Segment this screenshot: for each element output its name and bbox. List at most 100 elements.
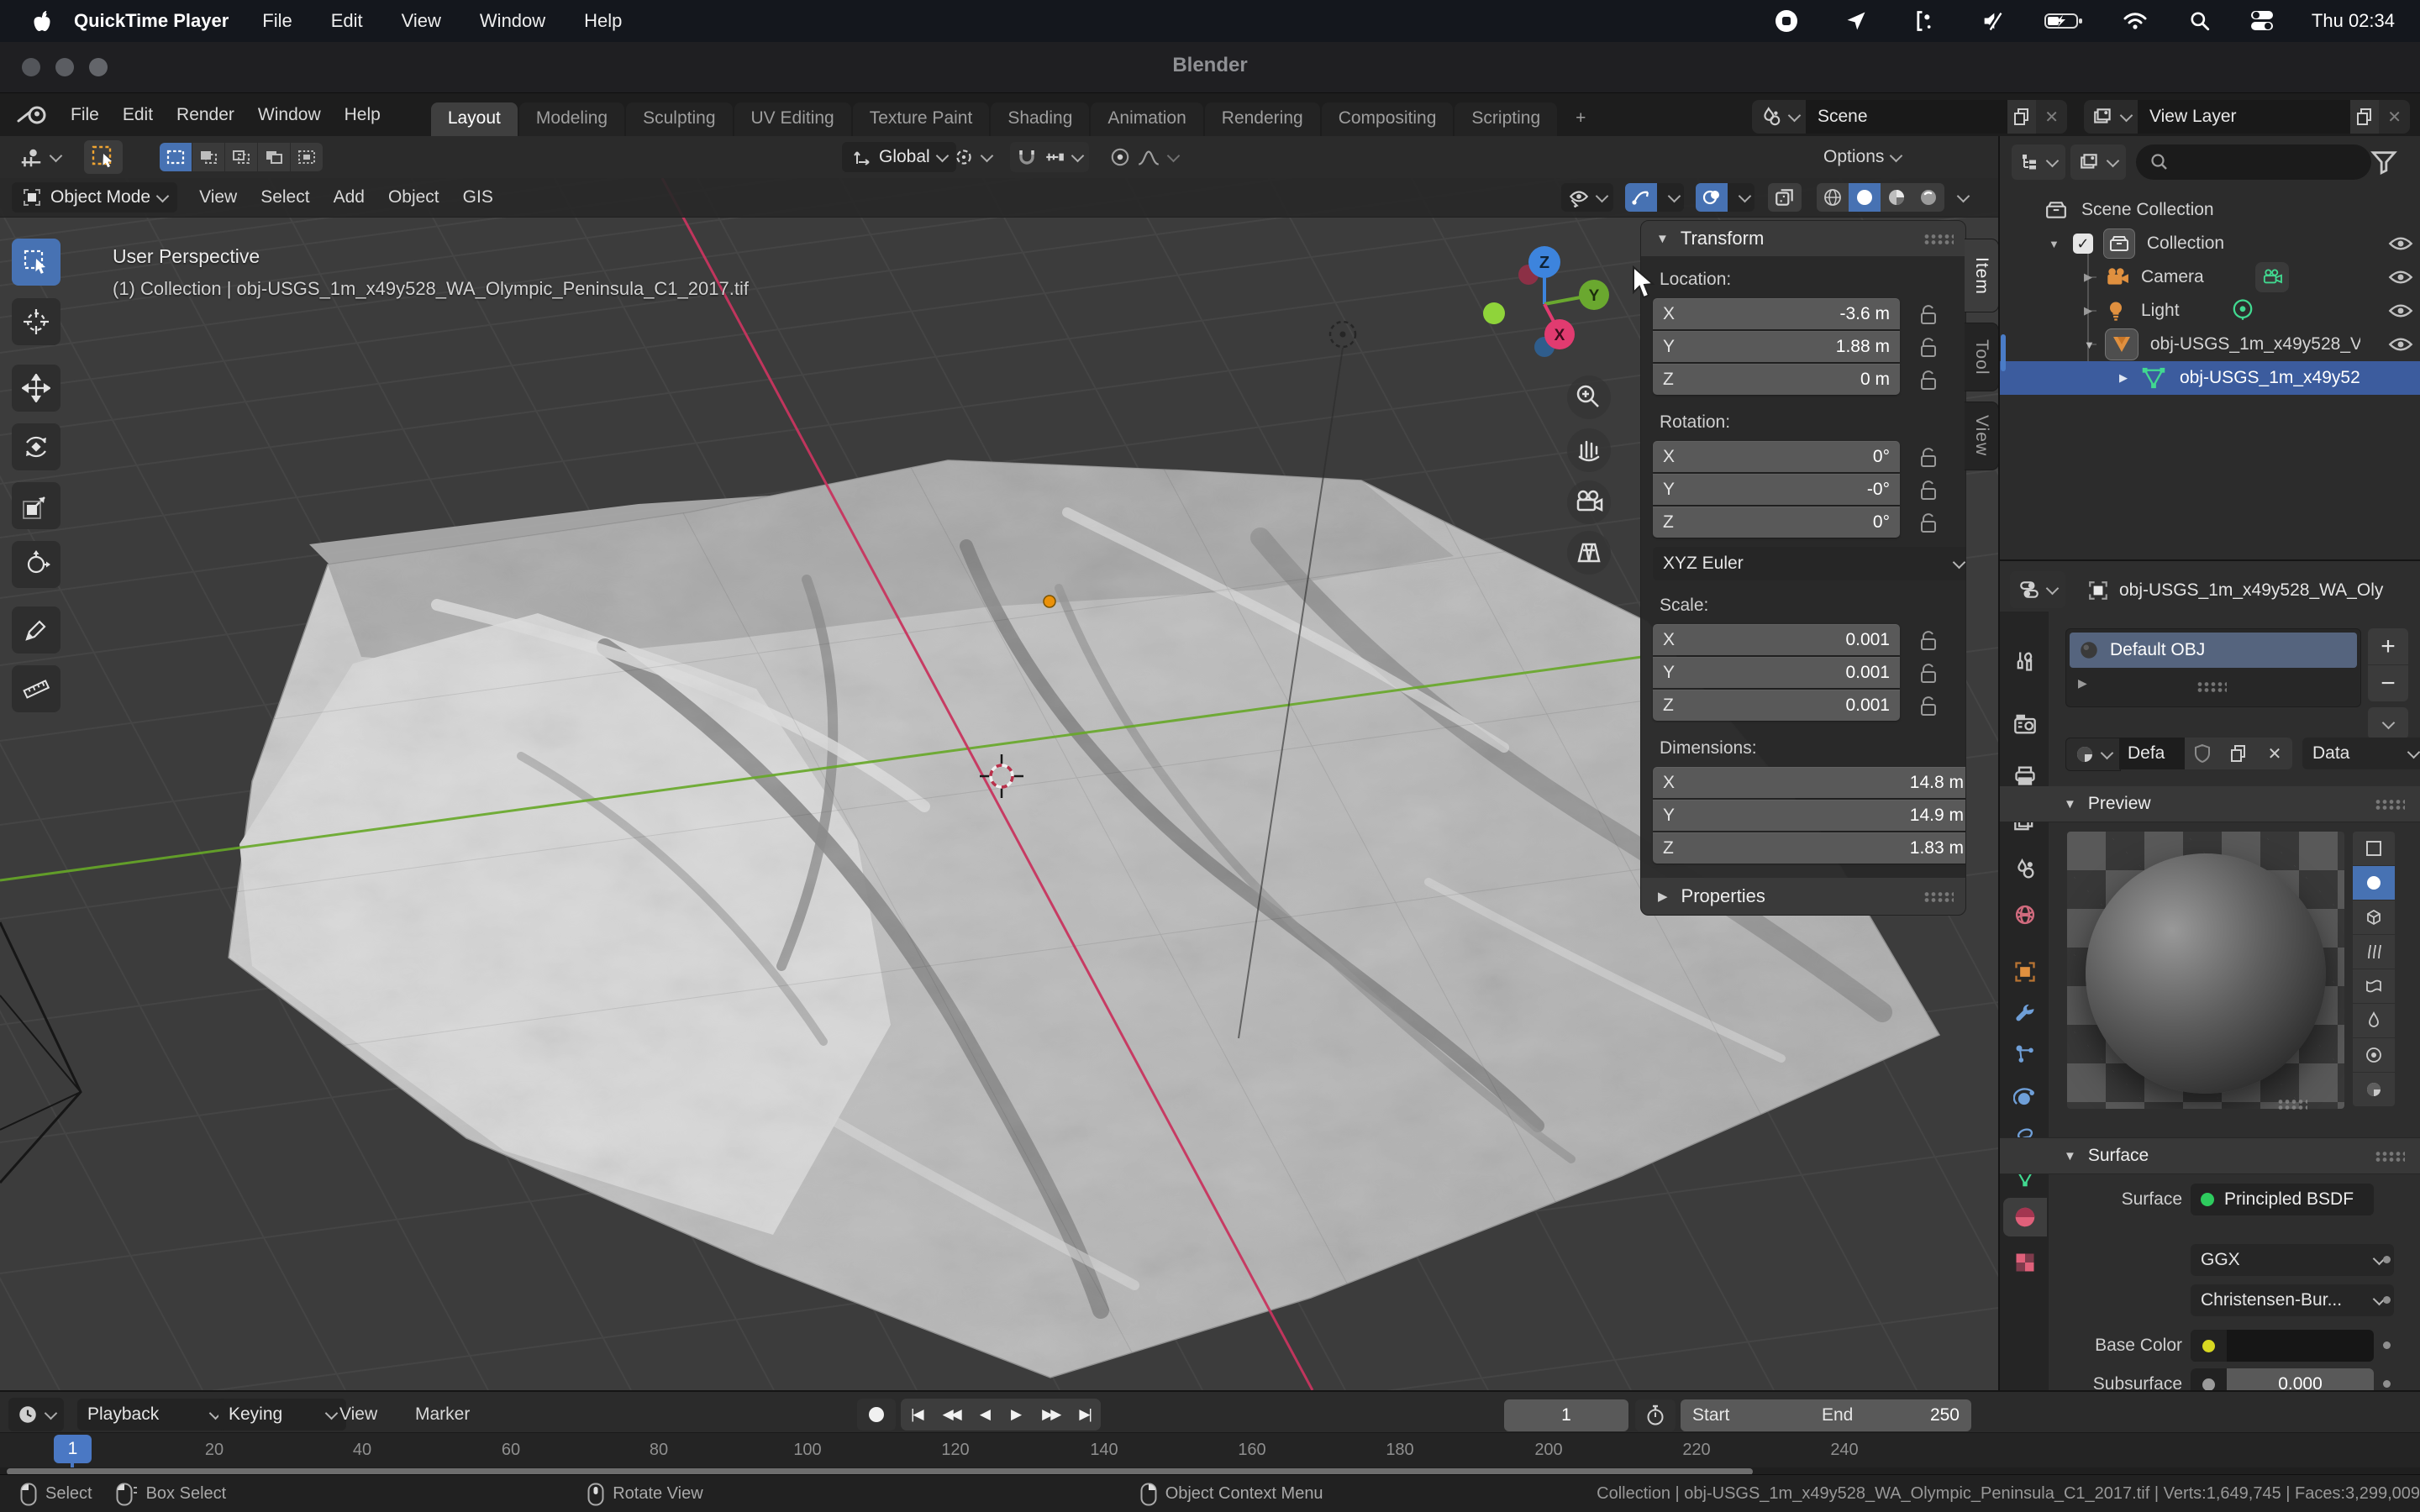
- play-reverse-button[interactable]: ◀: [980, 1406, 991, 1423]
- copy-material-button[interactable]: [2220, 738, 2257, 769]
- tool-move[interactable]: [12, 365, 60, 412]
- next-keyframe-button[interactable]: ▶▶: [1042, 1406, 1059, 1423]
- shading-material-button[interactable]: [1881, 183, 1912, 212]
- rotation-y-field[interactable]: Y-0°: [1653, 474, 1900, 505]
- preview-cube-button[interactable]: [2353, 900, 2395, 934]
- view-layer-copy-button[interactable]: [2350, 100, 2379, 134]
- outliner-row-mesh-data-selected[interactable]: ▶ obj-USGS_1m_x49y52: [2000, 361, 2420, 395]
- workspace-tab-animation[interactable]: Animation: [1091, 102, 1202, 136]
- gizmo-dropdown[interactable]: [1657, 183, 1684, 212]
- expand-icon[interactable]: ▶: [2084, 270, 2092, 284]
- transform-orientation-dropdown[interactable]: Global: [842, 142, 956, 172]
- topbar-menu-file[interactable]: File: [59, 105, 111, 125]
- viewport-menu-object[interactable]: Object: [376, 187, 451, 207]
- jump-to-end-button[interactable]: ▶|: [1079, 1406, 1091, 1423]
- hide-toggle-eye-icon[interactable]: [2388, 267, 2413, 287]
- menubar-app-name[interactable]: QuickTime Player: [74, 10, 229, 32]
- unlink-material-button[interactable]: ✕: [2257, 738, 2292, 769]
- menubar-menu-window[interactable]: Window: [468, 10, 557, 32]
- collection-checkbox[interactable]: ✓: [2073, 234, 2093, 254]
- screen-recording-stop-icon[interactable]: [1774, 8, 1799, 34]
- overlays-dropdown[interactable]: [1728, 183, 1754, 212]
- viewport-menu-select[interactable]: Select: [249, 187, 321, 207]
- decorator-dot[interactable]: [2383, 1256, 2391, 1263]
- properties-editor-type-button[interactable]: [2010, 571, 2065, 608]
- expand-icon[interactable]: ▼: [2084, 339, 2095, 351]
- panel-grip-icon[interactable]: [1923, 891, 1954, 902]
- tab-render-properties[interactable]: [2003, 706, 2047, 744]
- object-origin-dot[interactable]: [1044, 596, 1055, 607]
- material-slot-active[interactable]: Default OBJ: [2070, 633, 2357, 668]
- menubar-menu-help[interactable]: Help: [572, 10, 634, 32]
- battery-icon[interactable]: [2044, 10, 2083, 32]
- hide-toggle-eye-icon[interactable]: [2388, 334, 2413, 354]
- current-frame-field[interactable]: 1: [1504, 1399, 1628, 1431]
- preview-cloth-button[interactable]: [2353, 969, 2395, 1003]
- material-name-field[interactable]: Defa: [2119, 738, 2193, 769]
- tool-transform[interactable]: [12, 541, 60, 588]
- workspace-tab-sculpting[interactable]: Sculpting: [626, 102, 732, 136]
- navigation-gizmo[interactable]: Z Y X: [1483, 246, 1609, 357]
- expand-icon[interactable]: ▶: [2119, 371, 2128, 385]
- tool-select-box[interactable]: [12, 239, 60, 286]
- preview-hair-button[interactable]: [2353, 935, 2395, 969]
- proportional-editing-group[interactable]: [1102, 142, 1185, 172]
- hide-toggle-eye-icon[interactable]: [2388, 234, 2413, 254]
- viewport-menu-gis[interactable]: GIS: [451, 187, 505, 207]
- base-color-swatch[interactable]: [2191, 1330, 2374, 1362]
- tool-rotate[interactable]: [12, 423, 60, 470]
- tweak-tool-button[interactable]: [84, 140, 123, 174]
- remove-material-slot-button[interactable]: −: [2368, 665, 2408, 701]
- scene-name[interactable]: Scene: [1806, 100, 2007, 134]
- rotation-z-field[interactable]: Z0°: [1653, 507, 1900, 538]
- topbar-menu-window[interactable]: Window: [246, 105, 333, 125]
- tab-texture-properties[interactable]: [2003, 1243, 2047, 1282]
- snap-toggle-group[interactable]: [1010, 142, 1089, 172]
- add-workspace-button[interactable]: +: [1559, 102, 1602, 136]
- location-z-field[interactable]: Z0 m: [1653, 364, 1900, 395]
- menubar-menu-view[interactable]: View: [390, 10, 453, 32]
- show-gizmo-toggle[interactable]: [1625, 183, 1657, 212]
- workspace-tab-shading[interactable]: Shading: [991, 102, 1089, 136]
- frame-start-field[interactable]: Start1: [1681, 1399, 1832, 1431]
- view-layer-remove-button[interactable]: ✕: [2379, 107, 2410, 128]
- select-mode-extend-button[interactable]: [192, 143, 224, 171]
- tool-cursor[interactable]: [12, 298, 60, 345]
- viewport-menu-add[interactable]: Add: [322, 187, 376, 207]
- shading-solid-button[interactable]: [1849, 183, 1881, 212]
- workspace-tab-compositing[interactable]: Compositing: [1322, 102, 1454, 136]
- spotlight-search-icon[interactable]: [2189, 10, 2211, 32]
- blender-logo-icon[interactable]: [15, 102, 50, 128]
- select-mode-intersect-button[interactable]: [291, 143, 323, 171]
- options-dropdown[interactable]: Options: [1813, 141, 1911, 173]
- viewport-menu-view[interactable]: View: [187, 187, 249, 207]
- playhead-current-frame[interactable]: 1: [54, 1435, 92, 1463]
- topbar-menu-edit[interactable]: Edit: [111, 105, 165, 125]
- workspace-tab-texture-paint[interactable]: Texture Paint: [853, 102, 990, 136]
- use-preview-range-button[interactable]: [1635, 1399, 1676, 1431]
- prev-keyframe-button[interactable]: ◀◀: [943, 1406, 960, 1423]
- material-data-dropdown[interactable]: Data: [2302, 738, 2420, 769]
- record-auto-key-button[interactable]: [857, 1399, 896, 1431]
- tab-physics-properties[interactable]: [2003, 1079, 2047, 1117]
- viewport-nav-buttons[interactable]: [1567, 375, 1611, 575]
- sidecar-bracket-icon[interactable]: [1913, 9, 1937, 33]
- distribution-dropdown[interactable]: GGX: [2191, 1244, 2394, 1276]
- menubar-menu-file[interactable]: File: [250, 10, 303, 32]
- scale-y-field[interactable]: Y0.001: [1653, 657, 1900, 688]
- workspace-tab-scripting[interactable]: Scripting: [1455, 102, 1557, 136]
- rotation-x-field[interactable]: X0°: [1653, 441, 1900, 472]
- menubar-clock[interactable]: Thu 02:34: [2312, 10, 2395, 32]
- preview-checker-sphere-button[interactable]: [2353, 1073, 2395, 1106]
- surface-panel-header[interactable]: ▼ Surface: [2000, 1137, 2420, 1174]
- outliner-row-collection[interactable]: ▼ ✓ Collection: [2000, 227, 2420, 260]
- topbar-menu-help[interactable]: Help: [333, 105, 392, 125]
- expand-icon[interactable]: ▶: [2084, 304, 2092, 318]
- location-x-field[interactable]: X-3.6 m: [1653, 298, 1900, 329]
- timeline-menu-keying[interactable]: Keying: [218, 1399, 346, 1431]
- subsurface-method-dropdown[interactable]: Christensen-Bur...: [2191, 1284, 2394, 1316]
- wifi-icon[interactable]: [2122, 10, 2149, 32]
- expand-icon[interactable]: ▼: [2049, 238, 2060, 250]
- scene-copy-button[interactable]: [2007, 100, 2036, 134]
- tool-scale[interactable]: [12, 482, 60, 529]
